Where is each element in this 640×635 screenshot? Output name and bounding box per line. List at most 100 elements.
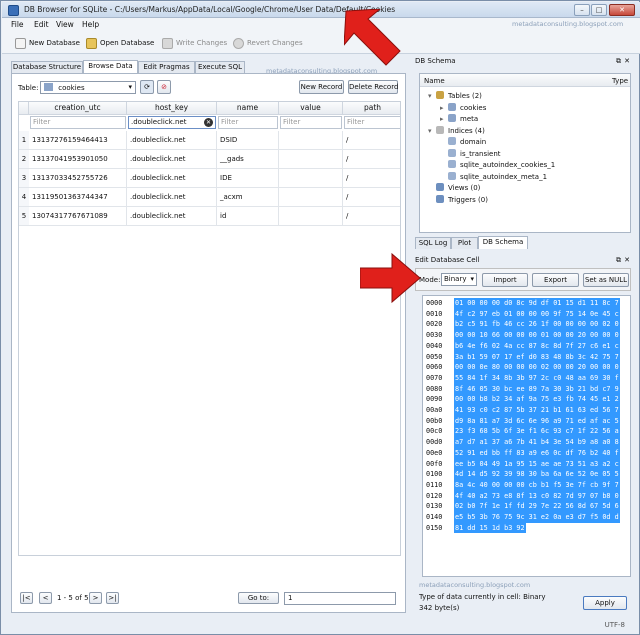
schema-tree-item[interactable]: ▾ Tables (2) — [428, 91, 482, 102]
export-button[interactable]: Export — [532, 273, 579, 287]
tab-edit-pragmas[interactable]: Edit Pragmas — [138, 61, 195, 73]
column-header-host-key[interactable]: host_key — [127, 102, 217, 115]
row-number[interactable]: 1 — [19, 131, 29, 150]
goto-button[interactable]: Go to: — [238, 592, 279, 604]
filter-name[interactable]: Filter — [218, 116, 278, 129]
grid-cell-name[interactable]: id — [217, 207, 279, 226]
filter-value[interactable]: Filter — [280, 116, 342, 129]
next-page-button[interactable]: > — [89, 592, 102, 604]
tab-execute-sql[interactable]: Execute SQL — [195, 61, 245, 73]
grid-cell-host-key[interactable]: .doubleclick.net — [127, 150, 217, 169]
column-header-creation-utc[interactable]: creation_utc — [29, 102, 127, 115]
hex-row[interactable]: 0060 00 00 0e 80 00 00 00 02 00 00 20 00 … — [423, 362, 630, 373]
grid-cell-path[interactable]: / — [343, 207, 400, 226]
grid-cell-creation-utc[interactable]: 13137041953901050 — [29, 150, 127, 169]
goto-input[interactable]: 1 — [284, 592, 396, 605]
grid-cell-creation-utc[interactable]: 13119501363744347 — [29, 188, 127, 207]
column-header-value[interactable]: value — [279, 102, 343, 115]
hex-row[interactable]: 0000 01 00 00 00 d0 8c 9d df 01 15 d1 11 … — [423, 298, 630, 309]
close-icon[interactable]: ✕ — [624, 57, 630, 65]
row-number[interactable]: 3 — [19, 169, 29, 188]
schema-tree-item[interactable]: ▸ meta — [440, 114, 478, 125]
tab-db-schema[interactable]: DB Schema — [478, 236, 528, 249]
hex-row[interactable]: 0110 8a 4c 40 00 00 00 cb b1 f5 3e 7f cb … — [423, 479, 630, 491]
grid-cell-creation-utc[interactable]: 13137276159464413 — [29, 131, 127, 150]
grid-cell-host-key[interactable]: .doubleclick.net — [127, 131, 217, 150]
mode-select[interactable]: Binary ▾ — [441, 273, 477, 286]
write-changes-button[interactable]: Write Changes — [162, 37, 227, 50]
grid-cell-value[interactable] — [279, 169, 343, 188]
schema-tree-item[interactable]: Triggers (0) — [428, 194, 488, 206]
set-as-null-button[interactable]: Set as NULL — [583, 273, 629, 287]
column-header-path[interactable]: path — [343, 102, 400, 115]
hex-row[interactable]: 0030 00 00 10 66 00 00 00 01 00 00 20 00 … — [423, 330, 630, 341]
float-icon[interactable]: ⧉ — [616, 256, 621, 265]
grid-cell-value[interactable] — [279, 131, 343, 150]
hex-row[interactable]: 0090 00 00 b8 b2 34 af 9a 75 e3 fb 74 45 … — [423, 394, 630, 405]
grid-cell-name[interactable]: __gads — [217, 150, 279, 169]
new-record-button[interactable]: New Record — [299, 80, 344, 94]
column-header-name[interactable]: name — [217, 102, 279, 115]
close-icon[interactable]: ✕ — [624, 256, 630, 264]
grid-cell-host-key[interactable]: .doubleclick.net — [127, 169, 217, 188]
import-button[interactable]: Import — [482, 273, 528, 287]
float-icon[interactable]: ⧉ — [616, 57, 621, 66]
menu-help[interactable]: Help — [82, 20, 99, 29]
minimize-button[interactable]: – — [574, 4, 590, 16]
hex-row[interactable]: 00a0 41 93 c0 c2 87 5b 37 21 b1 61 63 ed … — [423, 405, 630, 416]
prev-page-button[interactable]: < — [39, 592, 52, 604]
grid-cell-name[interactable]: DSID — [217, 131, 279, 150]
tab-sql-log[interactable]: SQL Log — [415, 237, 451, 249]
schema-tree-item[interactable]: ▸ cookies — [440, 102, 486, 114]
menu-view[interactable]: View — [56, 20, 74, 29]
hex-row[interactable]: 0150 81 dd 15 1d b3 92 — [423, 522, 630, 534]
schema-tree-item[interactable]: ▾ Indices (4) — [428, 125, 485, 137]
hex-row[interactable]: 0140 e5 b5 3b 76 75 9c 31 e2 0a e3 d7 f5 … — [423, 512, 630, 523]
new-database-button[interactable]: New Database — [15, 37, 80, 50]
row-number[interactable]: 5 — [19, 207, 29, 226]
grid-cell-value[interactable] — [279, 150, 343, 169]
menu-file[interactable]: File — [11, 20, 24, 29]
hex-row[interactable]: 00f0 ee b5 04 49 1a 95 15 ae ae 73 51 a3 … — [423, 458, 630, 470]
first-page-button[interactable]: |< — [20, 592, 33, 604]
expand-icon[interactable]: ▸ — [440, 103, 448, 114]
menu-edit[interactable]: Edit — [34, 20, 49, 29]
hex-row[interactable]: 00d0 a7 d7 a1 37 a6 7b 41 b4 3e 54 b9 a8 … — [423, 437, 630, 448]
last-page-button[interactable]: >| — [106, 592, 119, 604]
filter-path[interactable]: Filter — [344, 116, 400, 129]
revert-changes-button[interactable]: Revert Changes — [233, 37, 303, 50]
hex-row[interactable]: 0120 4f 40 a2 73 e8 8f 13 c0 82 7d 97 07 … — [423, 490, 630, 502]
grid-cell-path[interactable]: / — [343, 150, 400, 169]
grid-cell-value[interactable] — [279, 207, 343, 226]
grid-cell-host-key[interactable]: .doubleclick.net — [127, 207, 217, 226]
table-select[interactable]: cookies ▾ — [40, 81, 136, 94]
schema-tree-item[interactable]: sqlite_autoindex_meta_1 — [440, 171, 547, 183]
tab-browse-data[interactable]: Browse Data — [83, 60, 138, 73]
hex-row[interactable]: 00c0 23 f3 68 5b 6f 3e f1 6c 93 c7 1f 22 … — [423, 426, 630, 438]
schema-tree-item[interactable]: is_transient — [440, 148, 501, 160]
schema-tree-item[interactable]: Views (0) — [428, 183, 480, 194]
hex-row[interactable]: 0130 02 b0 7f 1e 1f fd 29 7e 22 56 8d 67 … — [423, 501, 630, 512]
hex-row[interactable]: 0040 b6 4e f6 02 4a cc 87 8c 8d 7f 27 c6 … — [423, 340, 630, 352]
grid-cell-path[interactable]: / — [343, 169, 400, 188]
hex-row[interactable]: 0080 8f 46 05 30 bc ee 89 7a 30 3b 21 bd … — [423, 383, 630, 395]
hex-row[interactable]: 0020 b2 c5 91 fb 46 cc 26 1f 00 00 00 00 … — [423, 319, 630, 331]
hex-row[interactable]: 0050 3a b1 59 07 17 ef d0 83 48 8b 3c 42 … — [423, 351, 630, 363]
grid-cell-path[interactable]: / — [343, 131, 400, 150]
grid-cell-creation-utc[interactable]: 13074317767671089 — [29, 207, 127, 226]
filter-creation-utc[interactable]: Filter — [30, 116, 126, 129]
filter-host-key[interactable]: .doubleclick.net ✕ — [128, 116, 216, 129]
expand-icon[interactable]: ▾ — [428, 126, 436, 137]
schema-tree-item[interactable]: domain — [440, 137, 486, 148]
clear-filters-button[interactable]: ⊘ — [157, 80, 171, 94]
close-button[interactable]: ✕ — [609, 4, 635, 16]
refresh-button[interactable]: ⟳ — [140, 80, 154, 94]
row-number[interactable]: 4 — [19, 188, 29, 207]
grid-cell-name[interactable]: IDE — [217, 169, 279, 188]
hex-editor[interactable]: 0000 01 00 00 00 d0 8c 9d df 01 15 d1 11 … — [422, 295, 631, 577]
tab-database-structure[interactable]: Database Structure — [11, 61, 83, 73]
grid-cell-creation-utc[interactable]: 13137033452755726 — [29, 169, 127, 188]
row-number[interactable]: 2 — [19, 150, 29, 169]
grid-cell-host-key[interactable]: .doubleclick.net — [127, 188, 217, 207]
expand-icon[interactable]: ▾ — [428, 91, 436, 102]
